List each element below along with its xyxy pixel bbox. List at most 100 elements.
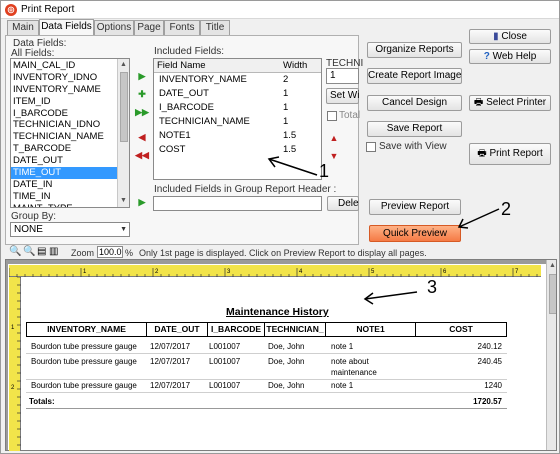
- vertical-ruler: 12: [9, 276, 21, 451]
- remove-all-icon[interactable]: ◀◀: [135, 148, 149, 162]
- save-with-view-checkbox[interactable]: [366, 142, 376, 152]
- included-field-name: TECHNICIAN_NAME: [159, 116, 250, 127]
- add-plus-icon[interactable]: ✚: [135, 87, 149, 101]
- group-by-select[interactable]: NONE ▼: [10, 222, 130, 237]
- add-field-icon[interactable]: ▶: [135, 69, 149, 83]
- report-cell-cost: 240.12: [477, 342, 502, 351]
- field-list-item[interactable]: MAINT_TYPE: [11, 203, 117, 207]
- quick-preview-button[interactable]: Quick Preview: [369, 225, 461, 242]
- annotation-arrow-3: [363, 291, 418, 305]
- remove-field-icon[interactable]: ◀: [135, 130, 149, 144]
- field-list-item[interactable]: ITEM_ID: [11, 96, 117, 108]
- tab-options[interactable]: Options: [94, 20, 134, 35]
- organize-reports-button[interactable]: Organize Reports: [367, 42, 462, 58]
- report-cell-barcode: L001007: [209, 342, 241, 351]
- chevron-down-icon: ▼: [120, 226, 127, 233]
- set-width-button[interactable]: Set Wi: [326, 88, 359, 104]
- move-up-icon[interactable]: ▲: [327, 131, 341, 145]
- technician-width-field[interactable]: 1: [326, 68, 359, 84]
- full-page-icon[interactable]: ▥: [49, 246, 58, 257]
- report-table-header: INVENTORY_NAME DATE_OUT I_BARCODE TECHNI…: [26, 322, 507, 337]
- save-report-button[interactable]: Save Report: [367, 121, 462, 137]
- select-printer-button[interactable]: 🖶 Select Printer: [469, 95, 551, 111]
- ruler-number: 6: [443, 269, 447, 275]
- page-width-icon[interactable]: ▤: [37, 246, 46, 257]
- field-list-item[interactable]: TIME_IN: [11, 191, 117, 203]
- field-list-item[interactable]: TECHNICIAN_NAME: [11, 131, 117, 143]
- scroll-thumb[interactable]: [120, 72, 128, 142]
- app-icon: ◎: [5, 4, 17, 16]
- report-col-inventory: INVENTORY_NAME: [26, 322, 147, 337]
- preview-scroll-up-icon[interactable]: ▲: [547, 260, 556, 272]
- all-fields-scrollbar[interactable]: ▲ ▼: [117, 59, 129, 207]
- field-list-item[interactable]: DATE_OUT: [11, 155, 117, 167]
- group-by-value: NONE: [14, 224, 43, 235]
- field-list-item[interactable]: TIME_OUT: [11, 167, 117, 179]
- field-list-item[interactable]: TECHNICIAN_IDNO: [11, 119, 117, 131]
- included-field-row[interactable]: NOTE1 1.5: [154, 129, 321, 143]
- zoom-field[interactable]: 100.0: [97, 246, 123, 258]
- field-list-item[interactable]: INVENTORY_NAME: [11, 84, 117, 96]
- annotation-number-3: 3: [427, 277, 438, 297]
- preview-scroll-thumb[interactable]: [549, 274, 556, 314]
- included-field-row[interactable]: DATE_OUT 1: [154, 87, 321, 101]
- field-list-item[interactable]: DATE_IN: [11, 179, 117, 191]
- cancel-design-button[interactable]: Cancel Design: [367, 95, 462, 111]
- field-list-item[interactable]: INVENTORY_IDNO: [11, 72, 117, 84]
- preview-report-button[interactable]: Preview Report: [369, 199, 461, 215]
- report-cell-note: note 1: [331, 381, 354, 390]
- percent-label: %: [125, 248, 134, 258]
- field-list-item[interactable]: I_BARCODE: [11, 108, 117, 120]
- select-printer-label: Select Printer: [486, 97, 547, 108]
- all-fields-list[interactable]: MAIN_CAL_ID INVENTORY_IDNO INVENTORY_NAME I…: [10, 58, 130, 208]
- report-preview-area[interactable]: ▲: [5, 259, 557, 451]
- scroll-up-icon[interactable]: ▲: [118, 59, 129, 71]
- ruler-number: 4: [299, 269, 303, 275]
- report-cell-barcode: L001007: [209, 381, 241, 390]
- report-col-date: DATE_OUT: [146, 322, 208, 337]
- annotation-number-1: 1: [319, 161, 330, 181]
- report-cell-cost: 240.45: [477, 357, 502, 366]
- included-field-name: NOTE1: [159, 130, 191, 141]
- zoom-out-icon[interactable]: 🔍: [23, 246, 35, 257]
- field-list-item[interactable]: MAIN_CAL_ID: [11, 60, 117, 72]
- tab-fonts[interactable]: Fonts: [164, 20, 200, 35]
- included-field-row[interactable]: INVENTORY_NAME 2: [154, 73, 321, 87]
- report-cell-inventory: Bourdon tube pressure gauge: [31, 381, 137, 390]
- zoom-label: Zoom: [71, 248, 95, 258]
- field-list-item[interactable]: T_BARCODE: [11, 143, 117, 155]
- zoom-in-icon[interactable]: 🔍: [9, 246, 21, 257]
- web-help-button[interactable]: ? Web Help: [469, 49, 551, 64]
- report-col-technician: TECHNICIAN_: [264, 322, 326, 337]
- included-field-row[interactable]: TECHNICIAN_NAME 1: [154, 115, 321, 129]
- tab-page[interactable]: Page: [134, 20, 164, 35]
- print-report-button[interactable]: 🖶 Print Report: [469, 143, 551, 165]
- tab-main[interactable]: Main: [7, 20, 39, 35]
- totals-label: Total: [339, 110, 361, 121]
- add-all-icon[interactable]: ▶▶: [135, 105, 149, 119]
- included-field-row[interactable]: I_BARCODE 1: [154, 101, 321, 115]
- add-group-field-icon[interactable]: ▶: [135, 195, 149, 209]
- close-icon: ▮: [493, 31, 499, 42]
- report-row-divider: [26, 379, 507, 380]
- preview-scrollbar[interactable]: ▲: [546, 260, 556, 450]
- close-button[interactable]: ▮ Close: [469, 29, 551, 44]
- report-cell-tech: Doe, John: [268, 381, 305, 390]
- report-cell-note: note about: [331, 357, 369, 366]
- report-cell-date: 12/07/2017: [150, 381, 191, 390]
- grid-header: Field Name Width: [154, 59, 321, 73]
- report-row-divider: [26, 392, 507, 393]
- report-col-barcode: I_BARCODE: [207, 322, 265, 337]
- delete-button[interactable]: Dele: [327, 196, 359, 211]
- web-help-label: Web Help: [492, 51, 537, 62]
- tab-title[interactable]: Title: [200, 20, 230, 35]
- create-report-image-button[interactable]: Create Report Image: [367, 68, 462, 84]
- tab-data-fields[interactable]: Data Fields: [39, 19, 94, 36]
- included-field-name: COST: [159, 144, 186, 155]
- totals-checkbox[interactable]: [327, 111, 337, 121]
- group-header-field[interactable]: [153, 196, 322, 211]
- scroll-down-icon[interactable]: ▼: [118, 195, 129, 207]
- preview-hint: Only 1st page is displayed. Click on Pre…: [139, 248, 427, 258]
- report-cell-barcode: L001007: [209, 357, 241, 366]
- print-report-window: ◎ Print Report Main Data Fields Options …: [0, 0, 560, 454]
